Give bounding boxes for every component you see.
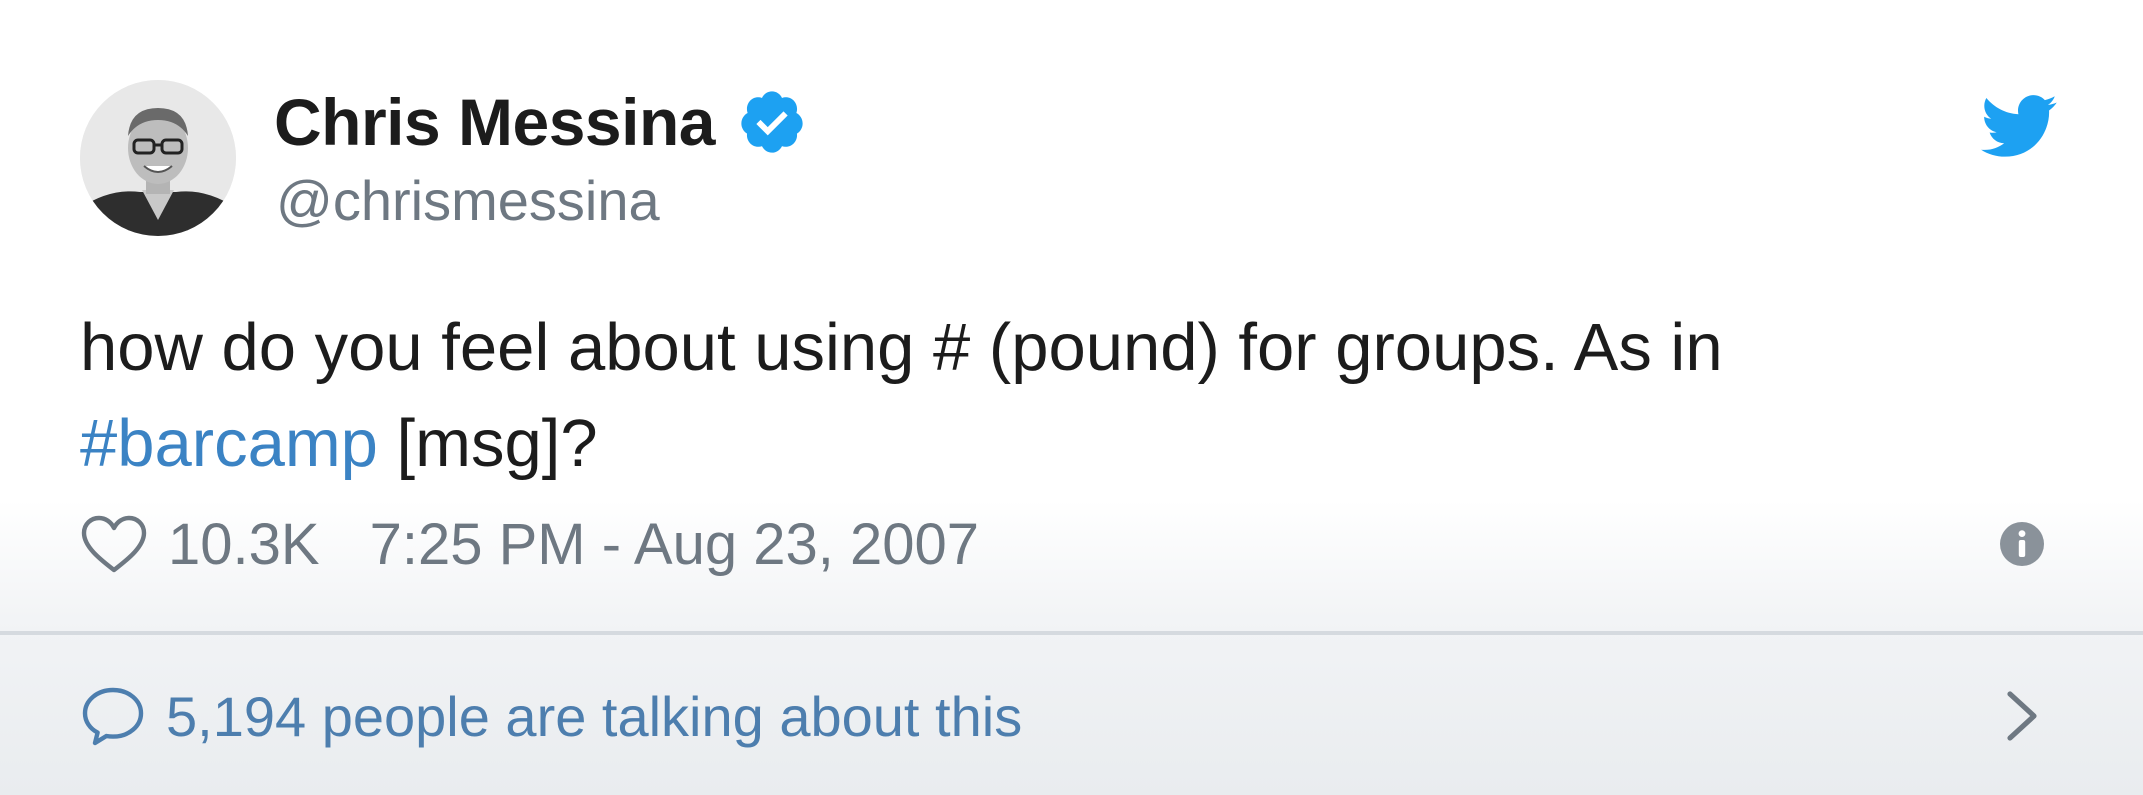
verified-badge-icon bbox=[737, 87, 807, 157]
tweet-embed-card: Chris Messina @chrismessina how do you f… bbox=[0, 0, 2143, 795]
speech-bubble-icon bbox=[80, 684, 146, 748]
author-name-row: Chris Messina bbox=[274, 82, 807, 162]
heart-icon[interactable] bbox=[80, 514, 148, 574]
chevron-right-icon[interactable] bbox=[2004, 688, 2040, 744]
tweet-timestamp[interactable]: 7:25 PM - Aug 23, 2007 bbox=[370, 511, 979, 578]
hashtag-link[interactable]: #barcamp bbox=[80, 406, 378, 481]
tweet-text-body: how do you feel about using # (pound) fo… bbox=[80, 310, 1723, 385]
twitter-bird-icon[interactable] bbox=[1978, 86, 2058, 166]
like-count[interactable]: 10.3K bbox=[168, 511, 320, 578]
info-icon[interactable] bbox=[1998, 520, 2046, 568]
tweet-text-tail: [msg]? bbox=[377, 406, 598, 481]
tweet-text: how do you feel about using # (pound) fo… bbox=[80, 300, 1980, 492]
author-handle[interactable]: @chrismessina bbox=[276, 168, 660, 233]
avatar[interactable] bbox=[80, 80, 236, 236]
profile-photo-icon bbox=[80, 80, 236, 236]
conversation-link[interactable]: 5,194 people are talking about this bbox=[80, 678, 1022, 754]
tweet-meta-row: 10.3K 7:25 PM - Aug 23, 2007 bbox=[80, 506, 979, 582]
conversation-label: 5,194 people are talking about this bbox=[166, 684, 1023, 748]
author-display-name[interactable]: Chris Messina bbox=[274, 84, 716, 160]
divider bbox=[0, 631, 2143, 635]
